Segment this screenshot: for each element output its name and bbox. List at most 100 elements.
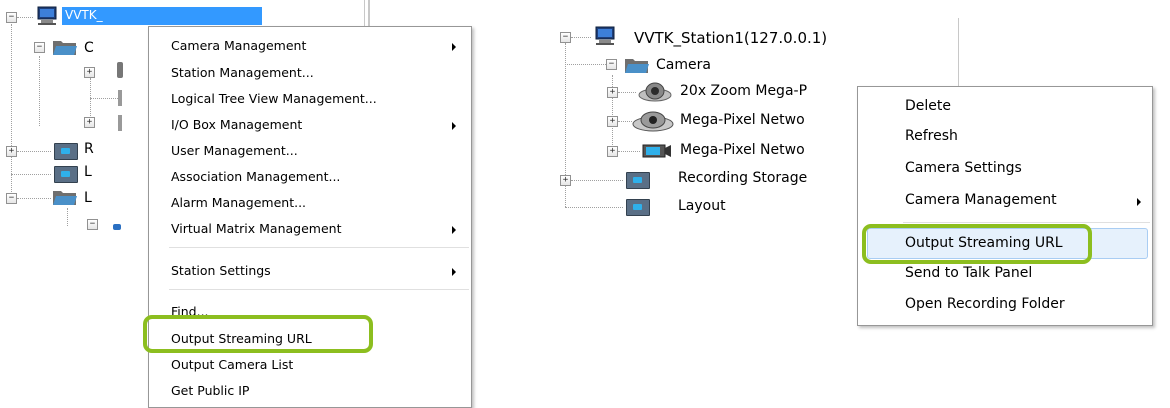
right-tree-panel: − VVTK_Station1(127.0.0.1) − Camera + 20… bbox=[540, 0, 1170, 392]
menu-item-label: Logical Tree View Management... bbox=[171, 91, 377, 106]
tree-node-label: L bbox=[84, 190, 92, 206]
menu-item-logical-tree-view-management[interactable]: Logical Tree View Management... bbox=[149, 85, 471, 111]
menu-item-label: Send to Talk Panel bbox=[905, 265, 1033, 281]
menu-item-label: Camera Management bbox=[905, 192, 1057, 208]
menu-item-label: Get Public IP bbox=[171, 383, 250, 398]
tree-node-label: R bbox=[84, 141, 94, 157]
selected-station-row[interactable]: VVTK_ bbox=[62, 7, 262, 25]
highlight-outline bbox=[862, 224, 1092, 264]
menu-item-label: User Management... bbox=[171, 143, 298, 158]
menu-item-camera-settings[interactable]: Camera Settings bbox=[858, 153, 1152, 185]
tree-node-label: L bbox=[84, 164, 92, 180]
menu-item-virtual-matrix-management[interactable]: Virtual Matrix Management bbox=[149, 215, 471, 241]
collapse-toggle[interactable]: − bbox=[6, 12, 17, 23]
submenu-arrow-icon bbox=[452, 122, 456, 130]
fisheye-camera-icon bbox=[632, 111, 674, 132]
station-label[interactable]: VVTK_Station1(127.0.0.1) bbox=[634, 29, 827, 47]
storage-icon bbox=[54, 143, 78, 160]
expand-toggle[interactable]: + bbox=[607, 116, 618, 127]
tree-connector bbox=[571, 180, 623, 181]
camera-icon bbox=[118, 115, 122, 131]
storage-icon bbox=[626, 172, 650, 189]
submenu-arrow-icon bbox=[452, 43, 456, 51]
tree-node-label[interactable]: Layout bbox=[678, 198, 726, 214]
menu-item-label: Camera Management bbox=[171, 38, 307, 53]
camera-icon bbox=[118, 90, 122, 106]
menu-item-get-public-ip[interactable]: Get Public IP bbox=[149, 377, 471, 403]
expand-toggle[interactable]: + bbox=[6, 146, 17, 157]
submenu-arrow-icon bbox=[452, 226, 456, 234]
tree-connector bbox=[67, 208, 68, 226]
menu-item-label: Output Camera List bbox=[171, 357, 294, 372]
collapse-toggle[interactable]: − bbox=[560, 32, 571, 43]
menu-item-camera-management[interactable]: Camera Management bbox=[858, 185, 1152, 217]
expand-toggle[interactable]: + bbox=[607, 146, 618, 157]
menu-item-label: Camera Settings bbox=[905, 160, 1022, 176]
folder-icon bbox=[625, 59, 649, 73]
expand-toggle[interactable]: + bbox=[84, 67, 95, 78]
tree-connector bbox=[618, 121, 632, 122]
tree-connector bbox=[17, 151, 51, 152]
camera-label[interactable]: 20x Zoom Mega-P bbox=[680, 83, 807, 99]
submenu-arrow-icon bbox=[1137, 198, 1141, 206]
tree-connector bbox=[618, 92, 636, 93]
menu-item-label: Alarm Management... bbox=[171, 195, 307, 210]
menu-item-association-management[interactable]: Association Management... bbox=[149, 163, 471, 189]
tree-node-label: C bbox=[84, 40, 94, 56]
menu-item-station-management[interactable]: Station Management... bbox=[149, 59, 471, 85]
tree-connector bbox=[565, 207, 623, 208]
tree-node-label[interactable]: Camera bbox=[656, 57, 711, 73]
header-divider bbox=[262, 4, 362, 27]
computer-icon bbox=[37, 6, 57, 25]
tree-node-label[interactable]: Recording Storage bbox=[678, 170, 807, 186]
tree-connector bbox=[618, 151, 640, 152]
tree-connector bbox=[39, 56, 40, 126]
box-camera-icon bbox=[642, 144, 671, 158]
menu-item-label: I/O Box Management bbox=[171, 117, 303, 132]
menu-item-label: Virtual Matrix Management bbox=[171, 221, 342, 236]
camera-label[interactable]: Mega-Pixel Netwo bbox=[680, 142, 805, 158]
expand-toggle[interactable]: + bbox=[560, 175, 571, 186]
tree-connector bbox=[11, 24, 12, 198]
menu-item-label: Delete bbox=[905, 98, 951, 114]
left-tree-panel: − VVTK_ − C + + + R L − L − Camera Manag… bbox=[0, 0, 472, 408]
submenu-arrow-icon bbox=[452, 268, 456, 276]
menu-item-alarm-management[interactable]: Alarm Management... bbox=[149, 189, 471, 215]
collapse-toggle[interactable]: − bbox=[34, 42, 45, 53]
camera-context-menu: Delete Refresh Camera Settings Camera Ma… bbox=[857, 86, 1153, 326]
computer-icon bbox=[595, 26, 615, 45]
menu-item-label: Station Management... bbox=[171, 65, 314, 80]
expand-toggle[interactable]: + bbox=[607, 87, 618, 98]
menu-separator bbox=[169, 247, 469, 248]
expand-toggle[interactable]: + bbox=[84, 117, 95, 128]
folder-icon bbox=[53, 191, 77, 205]
menu-item-station-settings[interactable]: Station Settings bbox=[149, 256, 471, 284]
menu-item-user-management[interactable]: User Management... bbox=[149, 137, 471, 163]
tree-connector bbox=[17, 17, 33, 18]
tree-connector bbox=[571, 37, 591, 38]
menu-item-label: Station Settings bbox=[171, 263, 271, 278]
menu-item-label: Refresh bbox=[905, 128, 958, 144]
camera-icon bbox=[113, 224, 121, 230]
expand-toggle[interactable]: − bbox=[87, 219, 98, 230]
dome-camera-icon bbox=[638, 82, 672, 102]
menu-item-open-recording-folder[interactable]: Open Recording Folder bbox=[858, 290, 1152, 320]
menu-item-camera-management[interactable]: Camera Management bbox=[149, 31, 471, 59]
menu-item-output-camera-list[interactable]: Output Camera List bbox=[149, 351, 471, 377]
menu-item-refresh[interactable]: Refresh bbox=[858, 121, 1152, 153]
camera-label[interactable]: Mega-Pixel Netwo bbox=[680, 112, 805, 128]
collapse-toggle[interactable]: − bbox=[6, 193, 17, 204]
tree-connector bbox=[90, 98, 118, 99]
station-label: VVTK_ bbox=[65, 8, 103, 22]
menu-item-label: Association Management... bbox=[171, 169, 341, 184]
menu-separator bbox=[169, 289, 469, 290]
layout-icon bbox=[54, 166, 78, 183]
tree-connector bbox=[565, 64, 606, 65]
tree-connector bbox=[17, 198, 51, 199]
menu-separator bbox=[903, 222, 1150, 223]
collapse-toggle[interactable]: − bbox=[606, 59, 617, 70]
menu-item-io-box-management[interactable]: I/O Box Management bbox=[149, 111, 471, 137]
menu-item-delete[interactable]: Delete bbox=[858, 91, 1152, 121]
tree-connector bbox=[11, 174, 51, 175]
menu-item-label: Open Recording Folder bbox=[905, 296, 1065, 312]
